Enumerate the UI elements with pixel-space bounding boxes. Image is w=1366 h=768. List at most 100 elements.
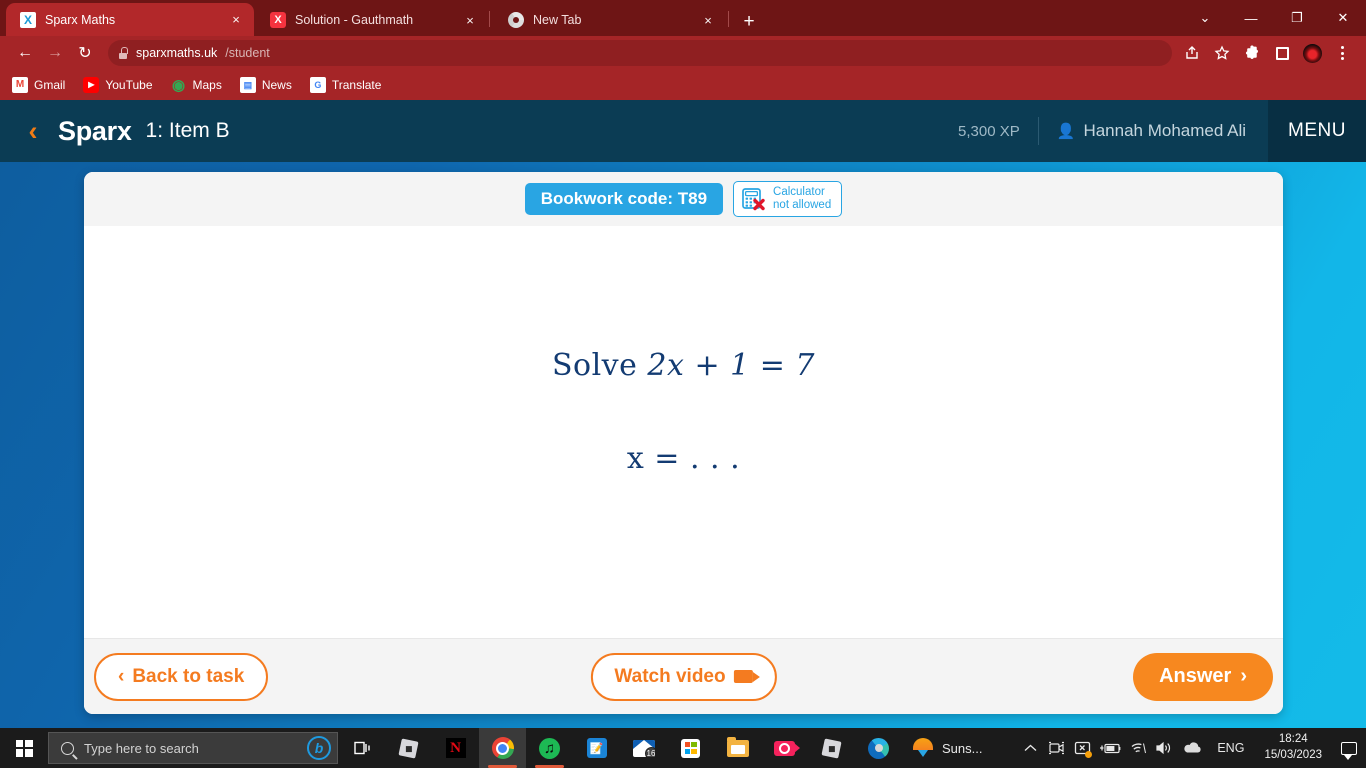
extensions-puzzle-icon[interactable] [1238,39,1266,67]
onedrive-icon[interactable] [1177,728,1207,768]
reload-button[interactable]: ↻ [70,38,100,68]
tab-sparx-maths[interactable]: X Sparx Maths × [6,3,254,36]
chrome-icon [508,12,524,28]
calculator-not-allowed-badge: Calculator not allowed [733,180,843,218]
url-host: sparxmaths.uk [136,46,218,60]
edge-icon[interactable] [855,728,902,768]
gauthmath-icon: X [270,12,286,28]
address-bar[interactable]: sparxmaths.uk/student [108,40,1172,66]
tab-title: Solution - Gauthmath [295,13,414,27]
back-to-task-button[interactable]: ‹ Back to task [94,652,269,701]
roblox-studio-icon[interactable] [808,728,855,768]
translate-icon: G [309,77,326,93]
show-hidden-icons-chevron[interactable] [1017,728,1043,768]
restore-button[interactable]: ❐ [1274,0,1320,36]
battery-charging-icon[interactable] [1095,728,1125,768]
toolbar-icons [1178,39,1356,67]
calculator-line-2: not allowed [773,199,832,211]
notifications-icon[interactable] [1332,728,1366,768]
question-card: Bookwork code: T89 Calculator not allowe… [84,172,1283,714]
clock-time: 18:24 [1278,733,1308,746]
microsoft-store-icon[interactable] [667,728,714,768]
mail-icon[interactable]: 16 [620,728,667,768]
video-camera-icon [733,670,760,683]
language-indicator[interactable]: ENG [1207,741,1254,755]
bookmark-news[interactable]: ▤ News [239,77,292,93]
bing-chat-icon[interactable]: b [307,736,331,760]
screen: X Sparx Maths × X Solution - Gauthmath ×… [0,0,1366,768]
collapse-toolbar-button[interactable]: ⌄ [1182,0,1228,36]
roblox-icon[interactable] [385,728,432,768]
watch-video-button[interactable]: Watch video [590,652,777,701]
tab-title: Sparx Maths [45,12,116,27]
url-path: /student [225,46,270,60]
task-view-icon[interactable] [338,728,385,768]
chrome-icon[interactable] [479,728,526,768]
screen-recorder-icon[interactable] [761,728,808,768]
bookmark-star-icon[interactable] [1208,39,1236,67]
camera-icon[interactable] [1043,728,1069,768]
youtube-icon: ▶ [83,77,100,93]
sunset-app-label: Suns... [942,740,983,756]
bookmark-label: Maps [192,78,222,92]
sidepanel-icon[interactable] [1268,39,1296,67]
sunset-app-item[interactable]: Suns... [902,728,992,768]
menu-button[interactable]: MENU [1268,100,1366,162]
close-window-button[interactable]: ✕ [1320,0,1366,36]
header-right-group: 5,300 XP 👤 Hannah Mohamed Ali MENU [958,100,1366,162]
calculator-badge-text: Calculator not allowed [773,186,831,212]
clock-date: 15/03/2023 [1264,749,1322,761]
tab-solution-gauthmath[interactable]: X Solution - Gauthmath × [256,4,488,36]
mail-unread-badge: 16 [644,746,655,757]
minimize-button[interactable]: — [1228,0,1274,36]
display-settings-icon[interactable] [1069,728,1095,768]
bookmark-youtube[interactable]: ▶ YouTube [83,77,153,93]
teams-icon[interactable]: 📝 [573,728,620,768]
bookmark-label: YouTube [105,78,153,92]
user-account[interactable]: 👤 Hannah Mohamed Ali [1057,121,1246,141]
tab-strip: X Sparx Maths × X Solution - Gauthmath ×… [0,0,1366,36]
back-chevron-icon[interactable]: ‹ [18,116,48,146]
bookmark-maps[interactable]: ◉ Maps [171,77,222,93]
lock-icon [118,47,128,59]
user-name: Hannah Mohamed Ali [1083,121,1246,140]
tab-divider [489,11,490,27]
tab-new-tab[interactable]: New Tab × [494,4,726,36]
windows-taskbar: Type here to search b N ♫ 📝 16 Suns... E… [0,728,1366,768]
back-button[interactable]: ← [10,38,40,68]
bookmark-label: Gmail [34,78,66,92]
tab-close-button[interactable]: × [698,10,718,30]
tab-close-button[interactable]: × [226,10,246,30]
search-input[interactable]: Type here to search b [48,732,338,764]
search-placeholder: Type here to search [84,740,199,756]
share-icon[interactable] [1178,39,1206,67]
search-icon [61,741,74,755]
clock[interactable]: 18:24 15/03/2023 [1254,732,1332,763]
sparx-app-header: ‹ Sparx 1: Item B 5,300 XP 👤 Hannah Moha… [0,100,1366,162]
page-title: 1: Item B [145,119,230,142]
bookmark-label: News [261,78,292,92]
chrome-menu-icon[interactable] [1328,39,1356,67]
answer-button[interactable]: Answer › [1133,652,1273,701]
spotify-icon[interactable]: ♫ [526,728,573,768]
person-icon: 👤 [1056,123,1076,140]
bookmark-gmail[interactable]: M Gmail [12,77,65,93]
window-controls: ⌄ — ❐ ✕ [1182,0,1366,36]
tab-close-button[interactable]: × [460,10,480,30]
new-tab-button[interactable]: + [736,8,762,34]
forward-button[interactable]: → [40,38,70,68]
back-to-task-label: Back to task [132,665,245,687]
wifi-icon[interactable] [1125,728,1151,768]
file-explorer-icon[interactable] [714,728,761,768]
chevron-left-icon: ‹ [118,665,125,687]
card-header: Bookwork code: T89 Calculator not allowe… [84,172,1283,226]
bookmark-translate[interactable]: G Translate [309,77,381,93]
profile-avatar-icon[interactable] [1298,39,1326,67]
volume-icon[interactable] [1151,728,1177,768]
answer-label: Answer [1159,665,1232,687]
tab-divider [728,11,729,27]
netflix-icon[interactable]: N [432,728,479,768]
windows-start-icon[interactable] [0,728,48,768]
status-dot [1085,751,1093,758]
header-divider [1037,117,1039,145]
